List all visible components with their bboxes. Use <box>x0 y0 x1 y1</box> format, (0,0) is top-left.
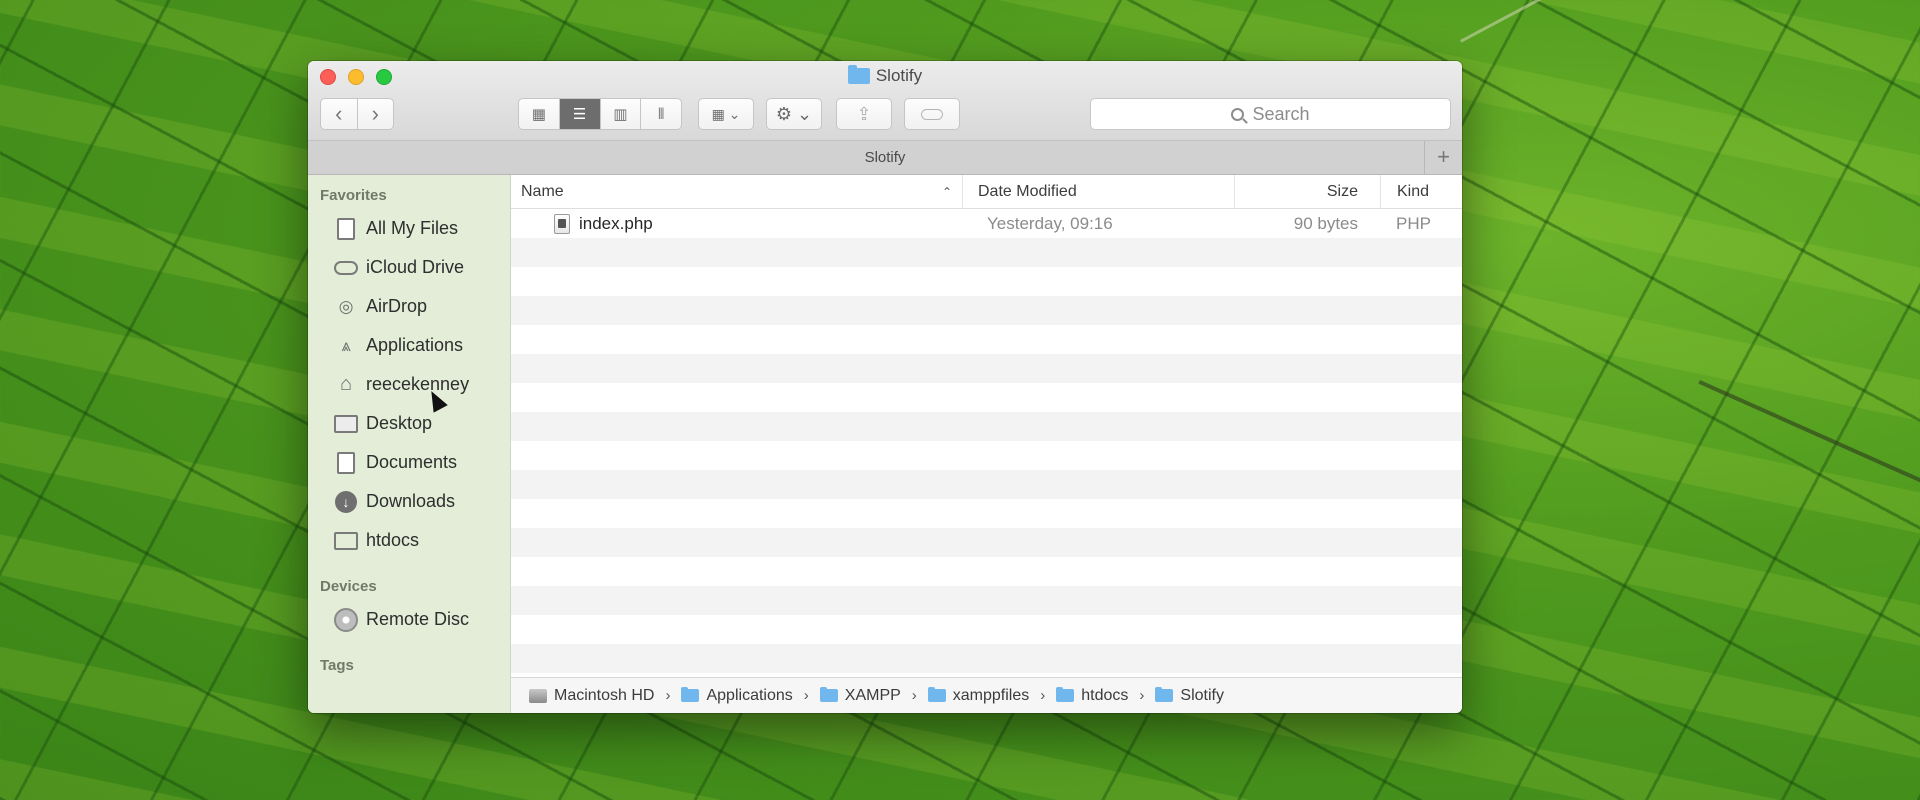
search-placeholder: Search <box>1252 103 1310 124</box>
column-header-row: Name ⌃ Date Modified Size Kind <box>511 175 1462 209</box>
hard-drive-icon <box>529 688 547 703</box>
list-view-button[interactable]: ☰ <box>558 99 600 129</box>
chevron-right-icon: › <box>665 687 671 704</box>
cover-flow-button[interactable]: ⫴ <box>640 99 681 129</box>
sidebar-item-remote-disc[interactable]: Remote Disc <box>308 600 510 639</box>
php-file-icon <box>554 213 570 234</box>
window-title: Slotify <box>308 65 1462 86</box>
applications-icon: ⩓ <box>341 335 351 355</box>
sidebar-item-label: Desktop <box>366 413 433 433</box>
path-item-macintosh-hd[interactable]: Macintosh HD <box>554 687 654 705</box>
chevron-right-icon: › <box>1139 687 1145 704</box>
path-item-applications[interactable]: Applications <box>706 687 792 705</box>
table-row[interactable]: index.php Yesterday, 09:16 90 bytes PHP <box>511 209 1462 238</box>
path-item-xampp[interactable]: XAMPP <box>845 687 901 705</box>
column-view-button[interactable]: ▥ <box>599 99 641 129</box>
window-body: Favorites All My Files iCloud Drive ◎ Ai… <box>308 175 1462 713</box>
tab-bar: Slotify + <box>308 141 1462 175</box>
sidebar-section-tags: Tags <box>320 657 354 674</box>
sidebar-item-airdrop[interactable]: ◎ AirDrop <box>308 287 510 326</box>
arrange-button[interactable]: ▦ ⌄ <box>698 98 754 130</box>
view-mode-control: ▦ ☰ ▥ ⫴ <box>518 98 682 130</box>
sidebar-item-label: Downloads <box>366 491 456 511</box>
cloud-icon <box>334 257 358 279</box>
sidebar-item-downloads[interactable]: ↓ Downloads <box>308 482 510 521</box>
folder-icon <box>1056 687 1075 702</box>
downloads-icon: ↓ <box>334 490 358 513</box>
forward-button[interactable]: › <box>356 99 394 129</box>
tab-current[interactable]: Slotify <box>865 149 906 166</box>
new-tab-button[interactable]: + <box>1424 141 1462 174</box>
sidebar-item-label: Documents <box>366 452 458 472</box>
home-icon: ⌂ <box>339 373 353 395</box>
sidebar-item-documents[interactable]: Documents <box>308 443 510 482</box>
column-header-name[interactable]: Name ⌃ <box>511 175 962 208</box>
sidebar-item-desktop[interactable]: Desktop <box>308 404 510 443</box>
arrange-icon: ▦ ⌄ <box>711 105 741 122</box>
sidebar-item-home[interactable]: ⌂ reecekenney <box>308 365 510 404</box>
path-item-htdocs[interactable]: htdocs <box>1081 687 1128 705</box>
chevron-right-icon: › <box>911 687 917 704</box>
finder-window: Slotify ‹ › ▦ ☰ ▥ ⫴ ▦ ⌄ ⚙ ⌄ ⇪ Search Slo… <box>308 61 1462 713</box>
share-button[interactable]: ⇪ <box>836 98 892 130</box>
sidebar-item-label: htdocs <box>366 530 420 550</box>
sidebar-item-label: Remote Disc <box>366 609 470 629</box>
folder-icon <box>681 687 700 702</box>
file-size: 90 bytes <box>1293 213 1358 233</box>
disc-icon <box>334 607 358 632</box>
file-kind: PHP <box>1396 213 1431 233</box>
share-icon: ⇪ <box>856 103 872 124</box>
sidebar-item-all-my-files[interactable]: All My Files <box>308 209 510 248</box>
file-name: index.php <box>579 213 653 233</box>
search-input[interactable]: Search <box>1090 98 1451 130</box>
path-bar: Macintosh HD › Applications › XAMPP › xa… <box>511 677 1462 713</box>
folder-icon <box>927 687 946 702</box>
folder-icon <box>847 65 870 84</box>
file-date-modified: Yesterday, 09:16 <box>987 213 1113 233</box>
column-header-size[interactable]: Size <box>1234 175 1380 208</box>
folder-icon <box>819 687 838 702</box>
file-list: index.php Yesterday, 09:16 90 bytes PHP <box>511 209 1462 677</box>
column-header-date-modified[interactable]: Date Modified <box>962 175 1234 208</box>
tag-icon <box>921 108 943 120</box>
title-bar: Slotify ‹ › ▦ ☰ ▥ ⫴ ▦ ⌄ ⚙ ⌄ ⇪ Search <box>308 61 1462 141</box>
documents-icon <box>334 451 358 474</box>
sidebar-section-favorites: Favorites <box>320 187 387 204</box>
column-header-kind[interactable]: Kind <box>1380 175 1462 208</box>
folder-icon <box>1155 687 1174 702</box>
column-header-label: Name <box>521 182 564 200</box>
sidebar-item-applications[interactable]: ⩓ Applications <box>308 326 510 365</box>
all-files-icon <box>334 217 358 240</box>
sidebar: Favorites All My Files iCloud Drive ◎ Ai… <box>308 175 511 713</box>
sort-ascending-icon: ⌃ <box>941 184 952 199</box>
sidebar-section-devices: Devices <box>320 578 377 595</box>
desktop-icon <box>334 413 358 435</box>
path-item-slotify[interactable]: Slotify <box>1180 687 1224 705</box>
back-button[interactable]: ‹ <box>321 99 357 129</box>
navigation-buttons: ‹ › <box>320 98 394 130</box>
file-list-pane: Name ⌃ Date Modified Size Kind index.php… <box>511 175 1462 713</box>
chevron-right-icon: › <box>1040 687 1046 704</box>
gear-icon: ⚙ ⌄ <box>775 103 813 124</box>
chevron-right-icon: › <box>803 687 809 704</box>
sidebar-item-label: All My Files <box>366 218 459 238</box>
window-title-text: Slotify <box>875 66 923 85</box>
sidebar-item-icloud-drive[interactable]: iCloud Drive <box>308 248 510 287</box>
airdrop-icon: ◎ <box>338 296 354 316</box>
file-name-cell: index.php <box>511 213 962 234</box>
sidebar-item-label: reecekenney <box>366 374 470 394</box>
sidebar-item-htdocs[interactable]: htdocs <box>308 521 510 560</box>
icon-view-button[interactable]: ▦ <box>519 99 559 129</box>
folder-icon <box>334 530 358 552</box>
sidebar-item-label: AirDrop <box>366 296 428 316</box>
edit-tags-button[interactable] <box>904 98 960 130</box>
desktop-wallpaper-road <box>1698 380 1920 669</box>
sidebar-item-label: Applications <box>366 335 464 355</box>
sidebar-item-label: iCloud Drive <box>366 257 465 277</box>
action-button[interactable]: ⚙ ⌄ <box>766 98 822 130</box>
search-icon <box>1231 107 1245 121</box>
desktop-wallpaper-path <box>1460 0 1797 43</box>
path-item-xamppfiles[interactable]: xamppfiles <box>953 687 1029 705</box>
